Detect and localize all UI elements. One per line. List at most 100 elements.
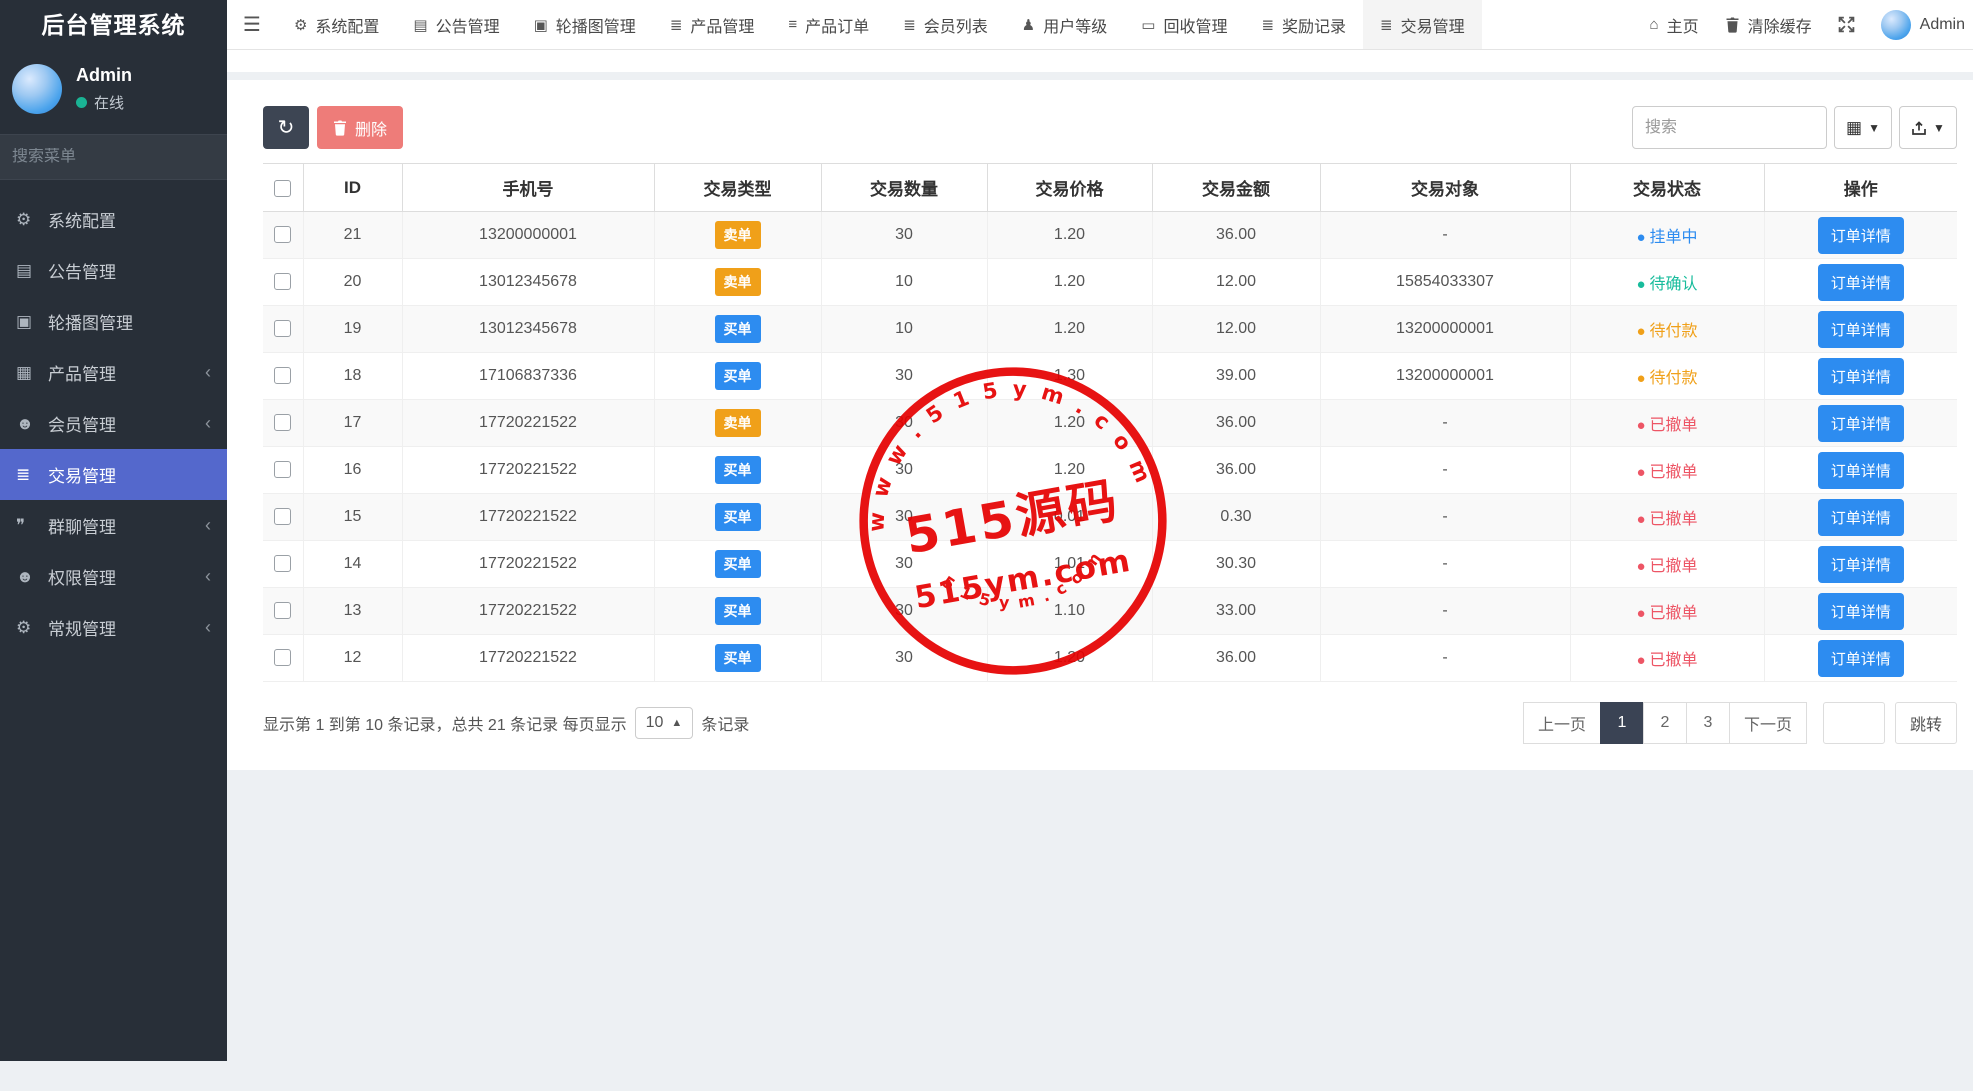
page-jump-input[interactable] [1823,702,1885,744]
top-menu-label: 用户等级 [1043,13,1107,37]
cell-counterparty: - [1320,400,1570,447]
top-menu-item[interactable]: ▭ 回收管理 [1124,0,1244,49]
cell-counterparty: - [1320,494,1570,541]
select-all-checkbox[interactable] [274,180,291,197]
file-icon: ▤ [16,261,48,281]
table-footer: 显示第 1 到第 10 条记录，总共 21 条记录 每页显示 10 ▲ 条记录 … [263,682,1957,770]
export-icon [1911,120,1927,136]
cell-amount: 36.00 [1152,212,1320,259]
order-detail-button[interactable]: 订单详情 [1818,640,1904,677]
caret-down-icon: ▼ [1933,121,1945,135]
gear-icon: ⚙ [294,16,307,34]
status-badge: ●已撤单 [1636,464,1697,481]
sidebar-item[interactable]: ❞ 群聊管理 ‹ [0,500,227,551]
top-menu-item[interactable]: ≡ 产品订单 [771,0,886,49]
home-icon: ⌂ [1650,16,1659,33]
order-detail-button[interactable]: 订单详情 [1818,264,1904,301]
top-menu-item[interactable]: ▤ 公告管理 [396,0,516,49]
next-page-button[interactable]: 下一页 [1729,702,1807,744]
sidebar-item[interactable]: ⚙ 系统配置 [0,194,227,245]
cogs-icon: ⚙ [16,618,48,638]
sidebar-item[interactable]: ☻ 权限管理 ‹ [0,551,227,602]
trade-type-badge: 买单 [715,315,761,343]
sidebar-item[interactable]: ▣ 轮播图管理 [0,296,227,347]
cell-amount: 0.30 [1152,494,1320,541]
sidebar-search-input[interactable] [0,148,231,166]
gear-icon: ⚙ [16,210,48,230]
sidebar-item[interactable]: ☻ 会员管理 ‹ [0,398,227,449]
table-row: 16 17720221522 买单 30 1.20 36.00 - ●已撤单 订… [263,447,1957,494]
cell-quantity: 10 [821,259,987,306]
sidebar-item[interactable]: ▤ 公告管理 [0,245,227,296]
page-number-button[interactable]: 1 [1600,702,1644,744]
row-checkbox[interactable] [274,226,291,243]
table-row: 18 17106837336 买单 30 1.30 39.00 13200000… [263,353,1957,400]
row-checkbox[interactable] [274,414,291,431]
status-text: 已撤单 [1650,558,1698,575]
top-menu-item[interactable]: ▣ 轮播图管理 [517,0,653,49]
chevron-left-icon: ‹ [205,617,211,638]
list-icon: ≣ [16,465,48,485]
order-detail-button[interactable]: 订单详情 [1818,405,1904,442]
row-checkbox[interactable] [274,508,291,525]
page-jump-button[interactable]: 跳转 [1895,702,1957,744]
sidebar-user-panel: Admin 在线 [0,50,227,124]
row-checkbox[interactable] [274,461,291,478]
order-detail-button[interactable]: 订单详情 [1818,217,1904,254]
sidebar-item-label: 系统配置 [48,207,211,232]
per-page-value: 10 [646,714,664,732]
admin-account-button[interactable]: Admin [1881,10,1965,40]
sidebar-item[interactable]: ⚙ 常规管理 ‹ [0,602,227,653]
trade-type-badge: 买单 [715,503,761,531]
top-menu-label: 交易管理 [1401,13,1465,37]
top-menu-label: 系统配置 [315,13,379,37]
cell-counterparty: 13200000001 [1320,306,1570,353]
row-checkbox[interactable] [274,649,291,666]
per-page-select[interactable]: 10 ▲ [635,707,694,739]
status-text: 待付款 [1650,370,1698,387]
status-text: 挂单中 [1650,229,1698,246]
columns-dropdown-button[interactable]: ▦▼ [1834,106,1892,149]
order-detail-button[interactable]: 订单详情 [1818,546,1904,583]
page-number-button[interactable]: 3 [1686,702,1730,744]
order-detail-button[interactable]: 订单详情 [1818,499,1904,536]
export-dropdown-button[interactable]: ▼ [1899,106,1957,149]
top-menu-item[interactable]: ≣ 奖励记录 [1244,0,1363,49]
row-checkbox[interactable] [274,555,291,572]
table-search-input[interactable] [1632,106,1827,149]
row-checkbox[interactable] [274,273,291,290]
row-checkbox[interactable] [274,602,291,619]
top-menu-item[interactable]: ≣ 交易管理 [1363,0,1482,49]
trade-type-badge: 卖单 [715,409,761,437]
top-menu-item[interactable]: ⚙ 系统配置 [277,0,396,49]
delete-button[interactable]: 删除 [317,106,403,149]
fullscreen-button[interactable] [1838,0,1855,49]
page-number-button[interactable]: 2 [1643,702,1687,744]
sidebar-item[interactable]: ▦ 产品管理 ‹ [0,347,227,398]
top-menu-item[interactable]: ≣ 产品管理 [653,0,772,49]
sidebar-item-label: 轮播图管理 [48,309,211,334]
sidebar-item-label: 交易管理 [48,462,211,487]
order-detail-button[interactable]: 订单详情 [1818,452,1904,489]
top-menu-item[interactable]: ≣ 会员列表 [886,0,1005,49]
sidebar-item[interactable]: ≣ 交易管理 [0,449,227,500]
prev-page-button[interactable]: 上一页 [1523,702,1601,744]
row-checkbox[interactable] [274,367,291,384]
avatar [1881,10,1911,40]
refresh-button[interactable]: ↻ [263,106,309,149]
menu-toggle-icon[interactable]: ☰ [227,12,277,37]
column-header: 交易金额 [1152,164,1320,212]
order-detail-button[interactable]: 订单详情 [1818,311,1904,348]
home-button[interactable]: ⌂ 主页 [1650,0,1699,49]
chevron-left-icon: ‹ [205,566,211,587]
row-checkbox[interactable] [274,320,291,337]
avatar[interactable] [12,64,62,114]
top-menu-item[interactable]: ♟ 用户等级 [1005,0,1124,49]
column-header: ID [303,164,402,212]
clear-cache-button[interactable]: 清除缓存 [1725,0,1812,49]
window-icon: ▭ [1141,16,1155,34]
caret-up-icon: ▲ [671,717,682,729]
list-icon: ≣ [1261,16,1274,34]
order-detail-button[interactable]: 订单详情 [1818,358,1904,395]
order-detail-button[interactable]: 订单详情 [1818,593,1904,630]
